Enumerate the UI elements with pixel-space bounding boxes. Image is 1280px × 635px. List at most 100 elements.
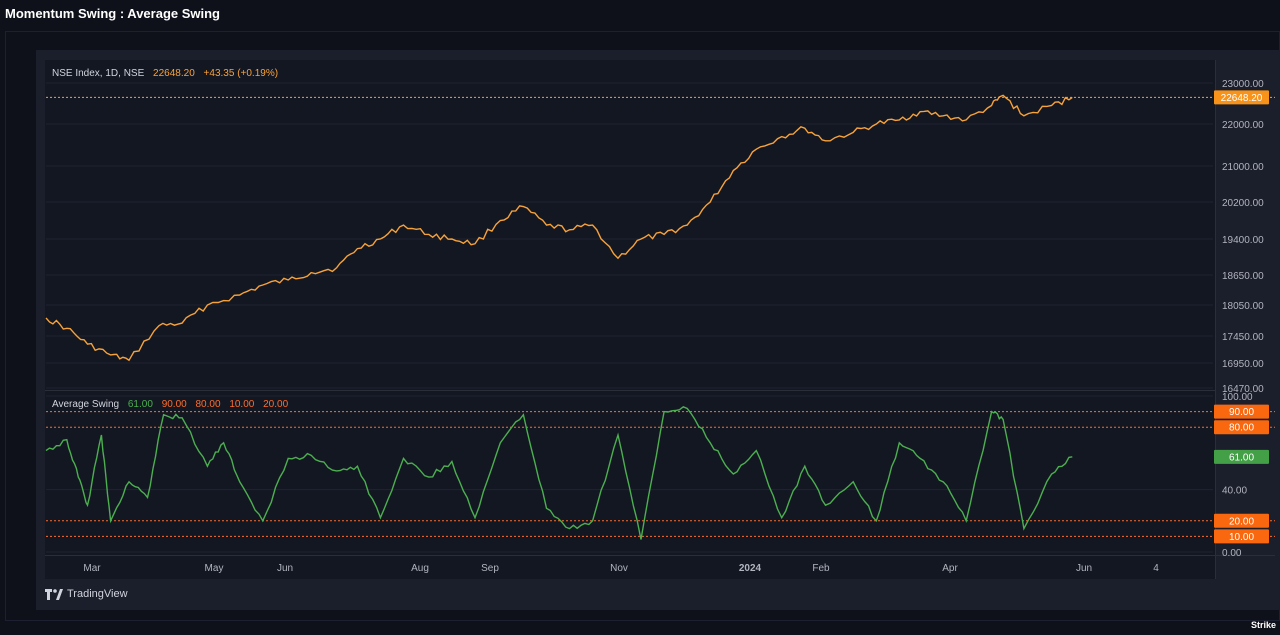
osc-point — [898, 442, 900, 444]
price-y-tick: 20200.00 — [1222, 198, 1264, 209]
tradingview-brand[interactable]: TradingView — [45, 588, 128, 600]
price-point — [262, 284, 264, 286]
osc-point — [919, 457, 921, 459]
osc-point — [128, 481, 130, 483]
osc-point — [146, 496, 148, 498]
osc-point — [875, 520, 877, 522]
osc-point — [310, 454, 312, 456]
osc-point — [640, 538, 642, 540]
x-tick-label: May — [205, 563, 224, 574]
osc-legend-level3: 10.00 — [229, 399, 254, 410]
price-y-tick: 16950.00 — [1222, 359, 1264, 370]
osc-axis-tag: 20.00 — [1229, 516, 1254, 527]
osc-point — [824, 504, 826, 506]
tradingview-label: TradingView — [67, 588, 128, 600]
x-tick-label: Nov — [610, 563, 628, 574]
price-y-tick: 19400.00 — [1222, 235, 1264, 246]
osc-axis-tag: 10.00 — [1229, 532, 1254, 543]
price-point — [499, 219, 501, 221]
osc-point — [804, 465, 806, 467]
price-point — [86, 343, 88, 345]
osc-axis-tag: 61.00 — [1229, 452, 1254, 463]
osc-legend: Average Swing 61.00 90.00 80.00 10.00 20… — [52, 399, 289, 410]
price-point — [128, 359, 130, 361]
price-y-tick: 18050.00 — [1222, 301, 1264, 312]
osc-point — [239, 481, 241, 483]
price-point — [181, 322, 183, 324]
osc-point — [942, 481, 944, 483]
price-last-tag: 22648.20 — [1221, 93, 1263, 104]
osc-point — [77, 476, 79, 478]
price-point — [206, 304, 208, 306]
osc-point — [709, 442, 711, 444]
osc-legend-name: Average Swing — [52, 399, 119, 410]
price-legend: NSE Index, 1D, NSE 22648.20 +43.35 (+0.1… — [52, 68, 278, 79]
price-point — [875, 123, 877, 125]
price-point — [663, 233, 665, 235]
osc-point — [781, 516, 783, 518]
osc-axis-tag: 80.00 — [1229, 423, 1254, 434]
osc-point — [162, 414, 164, 416]
price-point — [474, 243, 476, 245]
price-point — [379, 238, 381, 240]
osc-point — [181, 417, 183, 419]
price-point — [356, 247, 358, 249]
osc-point — [206, 465, 208, 467]
price-point — [66, 327, 68, 329]
osc-point — [379, 516, 381, 518]
osc-point — [990, 410, 992, 412]
osc-y-tick: 0.00 — [1222, 548, 1242, 559]
price-point — [335, 267, 337, 269]
osc-point — [451, 460, 453, 462]
osc-point — [499, 442, 501, 444]
osc-point — [287, 457, 289, 459]
osc-point — [1023, 527, 1025, 529]
osc-point — [522, 414, 524, 416]
price-point — [919, 111, 921, 113]
osc-point — [663, 410, 665, 412]
x-tick-label: 2024 — [739, 563, 762, 574]
osc-point — [852, 481, 854, 483]
price-point — [755, 148, 757, 150]
price-point — [804, 127, 806, 129]
price-point — [287, 279, 289, 281]
chart-canvas[interactable]: 23000.00 22000.00 21000.00 20200.00 19400.00… — [0, 0, 1280, 635]
x-tick-label: Aug — [411, 563, 429, 574]
price-point — [402, 224, 404, 226]
price-point — [965, 119, 967, 121]
price-point — [898, 119, 900, 121]
price-point — [990, 104, 992, 106]
price-legend-change: +43.35 (+0.19%) — [204, 68, 279, 79]
price-point — [451, 238, 453, 240]
osc-point — [356, 465, 358, 467]
axis-tags: 22648.20 90.00 80.00 61.00 20.00 10.00 — [1214, 90, 1269, 544]
price-point — [1002, 94, 1004, 96]
osc-point — [617, 434, 619, 436]
price-point — [781, 135, 783, 137]
x-tick-label: 4 — [1153, 563, 1159, 574]
osc-point — [568, 527, 570, 529]
osc-point — [428, 476, 430, 478]
price-point — [1071, 96, 1073, 98]
price-point — [45, 317, 47, 319]
price-y-tick: 18650.00 — [1222, 271, 1264, 282]
osc-legend-level2: 80.00 — [196, 399, 221, 410]
price-point — [732, 169, 734, 171]
price-point — [686, 224, 688, 226]
osc-point — [222, 442, 224, 444]
price-legend-symbol: NSE Index, 1D, NSE — [52, 68, 145, 79]
osc-point — [1050, 473, 1052, 475]
osc-point — [732, 473, 734, 475]
price-y-tick: 17450.00 — [1222, 332, 1264, 343]
tradingview-logo-icon — [45, 588, 63, 600]
price-point — [852, 131, 854, 133]
osc-point — [1002, 418, 1004, 420]
price-y-tick: 22000.00 — [1222, 120, 1264, 131]
osc-point — [45, 449, 47, 451]
osc-point — [591, 520, 593, 522]
price-point — [640, 238, 642, 240]
price-y-axis[interactable]: 23000.00 22000.00 21000.00 20200.00 19400.00… — [1222, 79, 1264, 395]
price-point — [522, 205, 524, 207]
price-point — [428, 233, 430, 235]
osc-y-tick: 100.00 — [1222, 392, 1253, 403]
